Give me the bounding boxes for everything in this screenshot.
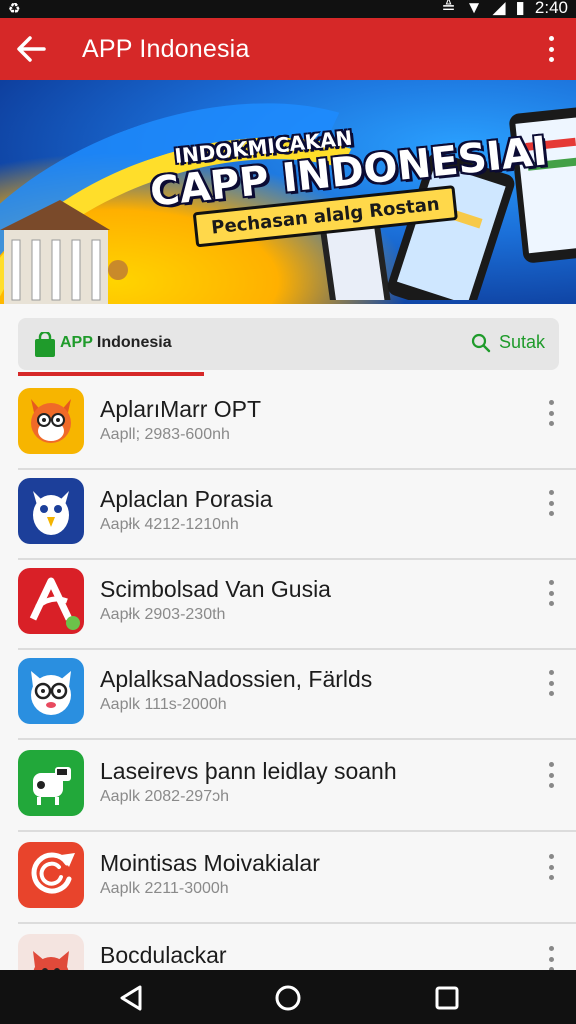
divider <box>18 738 576 740</box>
app-name: Bocdulackar <box>100 942 227 968</box>
app-name: Mointisas Moivakialar <box>100 850 320 876</box>
item-overflow-icon[interactable] <box>546 580 556 606</box>
nav-home-icon[interactable] <box>273 983 303 1013</box>
search-icon <box>471 333 491 352</box>
letter-a-logo-icon <box>18 568 84 634</box>
fox-mascot-icon <box>18 388 84 454</box>
item-overflow-icon[interactable] <box>546 670 556 696</box>
promo-banner[interactable]: INDOKMICAKAN CAPP INDONESIAI Pechasan al… <box>0 80 576 304</box>
list-item[interactable]: Mointisas Moivakialar Aaplk 2211-3000h <box>0 834 576 924</box>
nav-recents-icon[interactable] <box>432 983 462 1013</box>
red-cat-icon <box>18 934 84 970</box>
list-item[interactable]: Laseirevs þann leidlay soanh Aaplk 2082-… <box>0 742 576 832</box>
cow-mascot-icon <box>18 750 84 816</box>
system-nav-bar <box>0 970 576 1024</box>
search-brand: APP Indonesia <box>60 334 172 352</box>
search-brand-app: APP <box>60 334 93 351</box>
overflow-menu-icon[interactable] <box>546 36 556 62</box>
battery-icon: ▮ <box>515 0 525 17</box>
app-meta: Aapll; 2983-600nh <box>100 426 230 443</box>
list-item[interactable]: Aplaclan Porasia Aapłk 4212-1210nh <box>0 470 576 560</box>
item-overflow-icon[interactable] <box>546 946 556 970</box>
status-icons: ≜ ▼ ◢ ▮ 2:40 <box>441 0 568 18</box>
building-illustration-icon <box>0 200 128 304</box>
app-name: Laseirevs þann leidlay soanh <box>100 758 397 784</box>
swirl-logo-icon <box>18 842 84 908</box>
search-bar[interactable]: APP Indonesia Sutak <box>18 318 559 370</box>
item-overflow-icon[interactable] <box>546 490 556 516</box>
signal-icon: ◢ <box>492 0 506 17</box>
app-name: Aplaclan Porasia <box>100 486 273 512</box>
app-meta: Aaplk 2082-297ɔh <box>100 788 229 805</box>
search-area: APP Indonesia Sutak <box>0 304 576 380</box>
page-title: APP Indonesia <box>82 35 250 63</box>
search-button[interactable]: Sutak <box>471 332 545 353</box>
search-button-label: Sutak <box>498 332 545 352</box>
wifi-icon: ▼ <box>465 0 483 17</box>
item-overflow-icon[interactable] <box>546 854 556 880</box>
item-overflow-icon[interactable] <box>546 400 556 426</box>
app-list: AplarıMarr OPT Aapll; 2983-600nh Aplacla… <box>0 380 576 970</box>
app-name: AplalksaNadossien, Färlds <box>100 666 373 692</box>
app-meta: Aaplk 111s-2000h <box>100 696 227 713</box>
list-item[interactable]: Scimbolsad Van Gusia Aapłk 2903-230th <box>0 560 576 650</box>
status-time: 2:40 <box>534 0 568 17</box>
owl-mascot-icon <box>18 478 84 544</box>
tab-indicator <box>18 372 204 376</box>
nav-back-icon[interactable] <box>116 983 146 1013</box>
vibrate-icon: ≜ <box>441 0 456 17</box>
notification-icon: ♻ <box>8 0 21 16</box>
shopping-bag-icon <box>35 332 55 357</box>
app-meta: Aapłk 2903-230th <box>100 606 226 623</box>
divider <box>18 922 576 924</box>
search-brand-name: Indonesia <box>96 334 172 351</box>
item-overflow-icon[interactable] <box>546 762 556 788</box>
list-item[interactable]: AplarıMarr OPT Aapll; 2983-600nh <box>0 380 576 470</box>
app-name: AplarıMarr OPT <box>100 396 262 422</box>
app-bar: APP Indonesia <box>0 18 576 80</box>
back-arrow-icon[interactable] <box>14 32 48 66</box>
list-item[interactable]: AplalksaNadossien, Färlds Aaplk 111s-200… <box>0 650 576 740</box>
app-name: Scimbolsad Van Gusia <box>100 576 331 602</box>
status-bar: ♻ ≜ ▼ ◢ ▮ 2:40 <box>0 0 576 18</box>
app-meta: Aaplk 2211-3000h <box>100 880 229 897</box>
divider <box>18 830 576 832</box>
cat-glasses-icon <box>18 658 84 724</box>
list-item[interactable]: Bocdulackar <box>0 926 576 970</box>
app-meta: Aapłk 4212-1210nh <box>100 516 239 533</box>
